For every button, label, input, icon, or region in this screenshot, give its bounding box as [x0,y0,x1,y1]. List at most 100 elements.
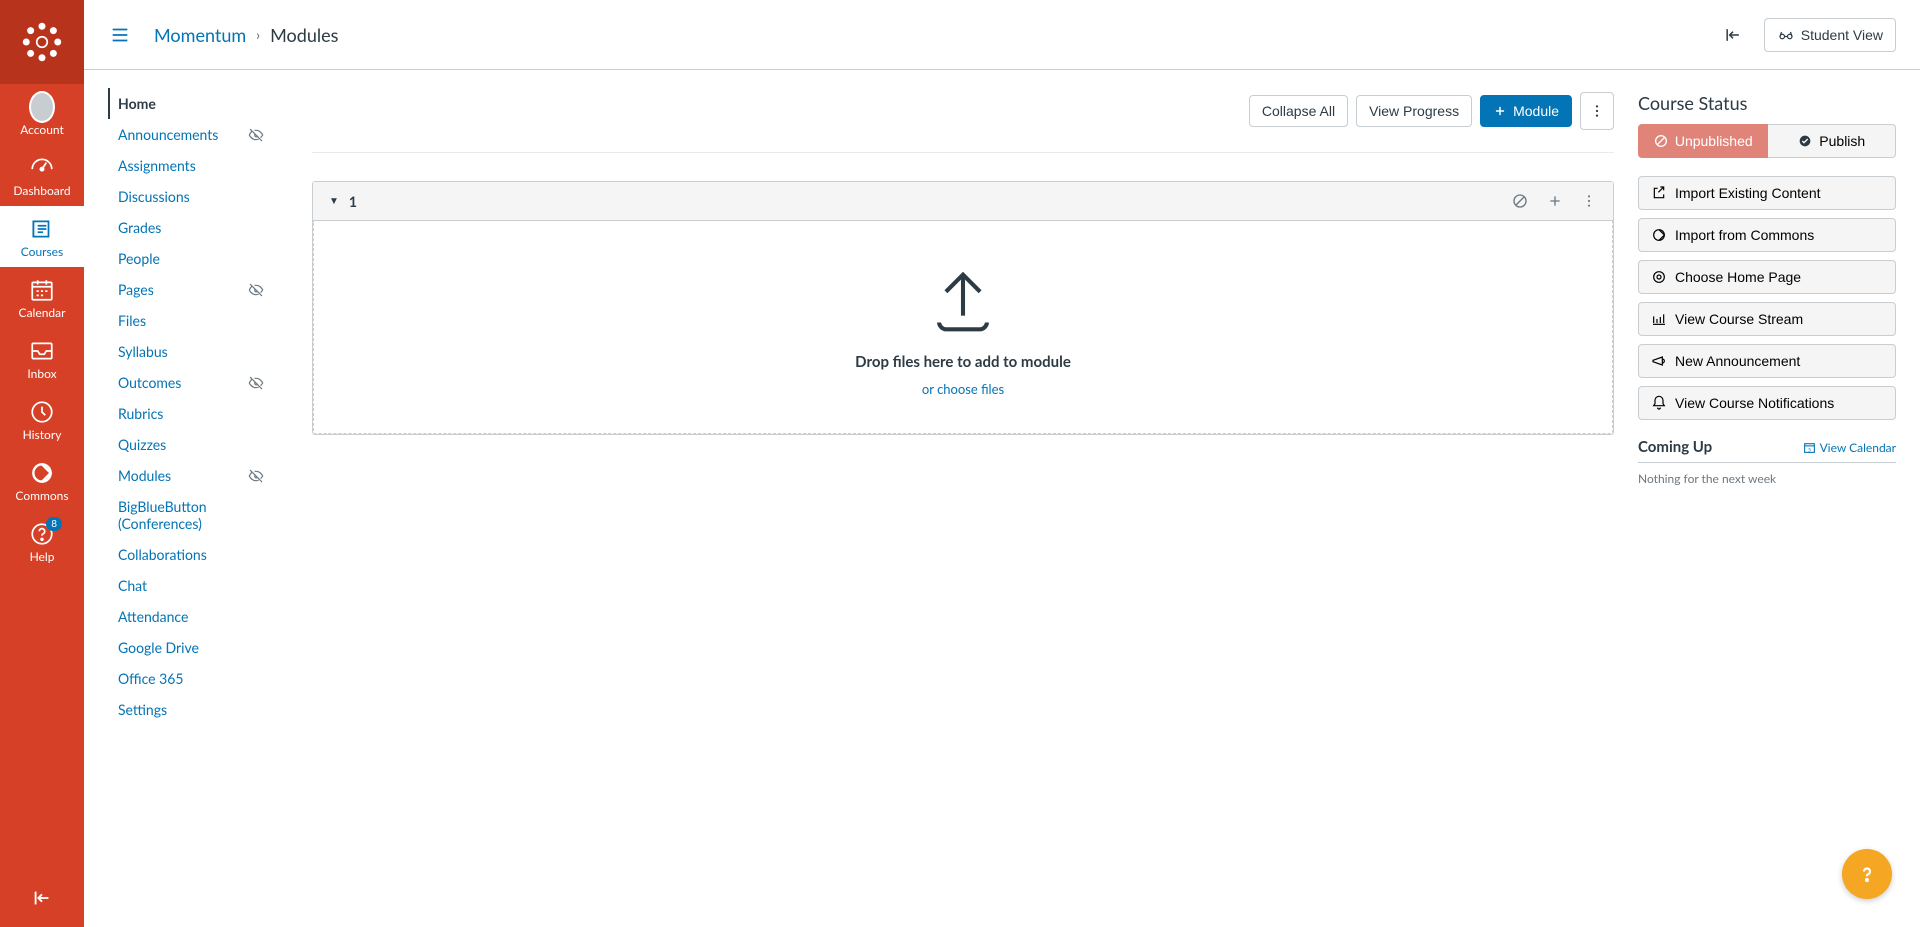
course-nav-people[interactable]: People [108,243,276,274]
unpublished-label: Unpublished [1675,133,1753,149]
nav-help[interactable]: 8 Help [0,511,84,572]
nav-courses-label: Courses [21,244,63,259]
collapse-icon: ▼ [329,195,339,207]
breadcrumb-sep: › [256,26,260,43]
rr-view-course-notifications-button[interactable]: View Course Notifications [1638,386,1896,420]
nav-commons[interactable]: Commons [0,450,84,511]
module-title: 1 [349,193,357,210]
view-progress-button[interactable]: View Progress [1356,95,1472,127]
rr-import-existing-content-button[interactable]: Import Existing Content [1638,176,1896,210]
course-nav-label: Outcomes [118,374,181,391]
course-nav-label: Pages [118,281,154,298]
module-options-button[interactable] [1581,193,1597,209]
course-nav-label: BigBlueButton (Conferences) [118,498,264,532]
rr-icon [1651,185,1667,201]
course-nav-rubrics[interactable]: Rubrics [108,398,276,429]
page-options-button[interactable] [1580,92,1614,130]
course-nav-grades[interactable]: Grades [108,212,276,243]
module-header[interactable]: ▼ 1 [313,182,1613,221]
rr-label: Choose Home Page [1675,269,1801,285]
rr-new-announcement-button[interactable]: New Announcement [1638,344,1896,378]
nav-dashboard[interactable]: Dashboard [0,145,84,206]
course-nav-label: Home [118,95,156,112]
course-nav-label: Files [118,312,146,329]
hidden-icon [248,375,264,391]
calendar-small-icon: 5 [1803,441,1816,454]
course-nav-label: Office 365 [118,670,183,687]
hidden-icon [248,127,264,143]
course-nav-announcements[interactable]: Announcements [108,119,276,150]
history-icon [29,399,55,425]
course-nav-home[interactable]: Home [108,88,276,119]
course-nav-chat[interactable]: Chat [108,570,276,601]
nav-calendar-label: Calendar [19,305,66,320]
course-nav-discussions[interactable]: Discussions [108,181,276,212]
course-nav: HomeAnnouncementsAssignmentsDiscussionsG… [84,70,276,927]
add-module-button[interactable]: Module [1480,95,1572,127]
course-nav-assignments[interactable]: Assignments [108,150,276,181]
breadcrumb-current: Modules [270,24,338,46]
main-content: Collapse All View Progress Module ▼ 1 [276,70,1638,927]
course-nav-modules[interactable]: Modules [108,460,276,491]
course-nav-label: Chat [118,577,147,594]
course-nav-toggle[interactable] [108,23,132,47]
view-calendar-link[interactable]: 5 View Calendar [1803,440,1896,455]
commons-icon [29,460,55,486]
rr-label: New Announcement [1675,353,1800,369]
nav-help-label: Help [30,549,55,564]
student-view-label: Student View [1801,27,1883,43]
add-module-label: Module [1513,103,1559,119]
course-nav-files[interactable]: Files [108,305,276,336]
course-nav-outcomes[interactable]: Outcomes [108,367,276,398]
help-fab[interactable] [1842,849,1892,899]
course-nav-label: Attendance [118,608,188,625]
breadcrumb-course[interactable]: Momentum [154,24,246,46]
course-nav-collaborations[interactable]: Collaborations [108,539,276,570]
course-nav-syllabus[interactable]: Syllabus [108,336,276,367]
course-nav-bigbluebutton-conferences-[interactable]: BigBlueButton (Conferences) [108,491,276,539]
course-nav-google-drive[interactable]: Google Drive [108,632,276,663]
publish-button[interactable]: Publish [1768,124,1897,158]
course-status-heading: Course Status [1638,92,1896,114]
nav-account[interactable]: Account [0,84,84,145]
module-dropzone[interactable]: Drop files here to add to module or choo… [313,221,1613,434]
rr-label: View Course Notifications [1675,395,1834,411]
dashboard-icon [29,155,55,181]
rr-choose-home-page-button[interactable]: Choose Home Page [1638,260,1896,294]
course-nav-attendance[interactable]: Attendance [108,601,276,632]
student-view-button[interactable]: Student View [1764,18,1896,52]
collapse-all-button[interactable]: Collapse All [1249,95,1348,127]
rr-import-from-commons-button[interactable]: Import from Commons [1638,218,1896,252]
course-nav-label: Google Drive [118,639,199,656]
add-item-button[interactable] [1547,193,1563,209]
nav-commons-label: Commons [15,488,68,503]
course-nav-pages[interactable]: Pages [108,274,276,305]
view-calendar-label: View Calendar [1820,440,1896,455]
unpublished-button[interactable]: Unpublished [1638,124,1768,158]
unpublished-icon[interactable] [1511,192,1529,210]
calendar-icon [29,277,55,303]
course-nav-label: Quizzes [118,436,166,453]
global-nav-collapse[interactable] [0,869,84,927]
choose-files-link[interactable]: or choose files [922,381,1004,397]
course-nav-quizzes[interactable]: Quizzes [108,429,276,460]
rr-view-course-stream-button[interactable]: View Course Stream [1638,302,1896,336]
hidden-icon [248,282,264,298]
course-nav-label: Collaborations [118,546,207,563]
course-nav-settings[interactable]: Settings [108,694,276,725]
nav-calendar[interactable]: Calendar [0,267,84,328]
canvas-logo[interactable] [0,0,84,84]
rr-icon [1651,311,1667,327]
nav-inbox[interactable]: Inbox [0,328,84,389]
status-toggle: Unpublished Publish [1638,124,1896,158]
nav-courses[interactable]: Courses [0,206,84,267]
page-actions: Collapse All View Progress Module [312,92,1614,130]
dropzone-title: Drop files here to add to module [855,353,1071,371]
coming-up-section: Coming Up 5 View Calendar [1638,438,1896,463]
course-nav-label: Syllabus [118,343,168,360]
course-nav-office-365[interactable]: Office 365 [108,663,276,694]
immersive-reader-button[interactable] [1714,16,1752,54]
avatar-icon [29,91,55,123]
module: ▼ 1 Drop files here to add to module [312,181,1614,435]
nav-history[interactable]: History [0,389,84,450]
